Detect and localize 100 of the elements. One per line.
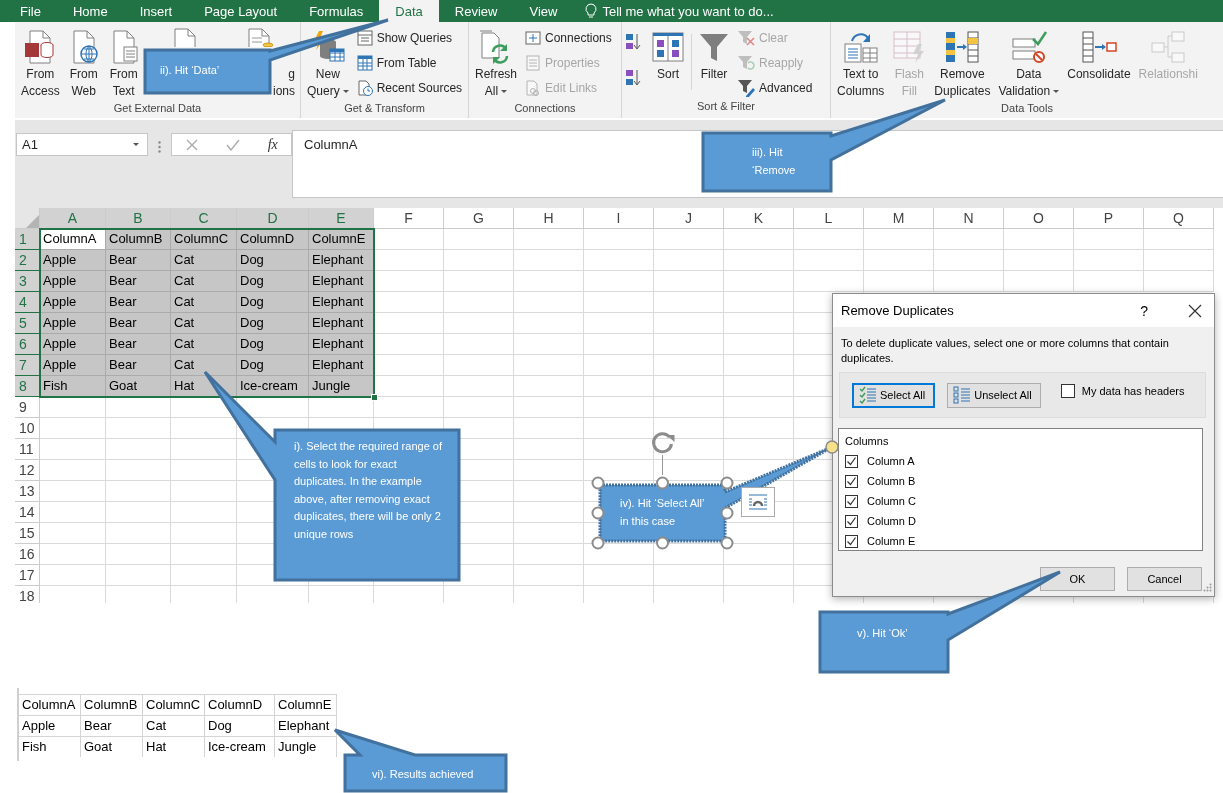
table-cell[interactable]	[171, 460, 237, 481]
table-cell[interactable]: Dog	[237, 355, 309, 376]
table-cell[interactable]	[724, 313, 794, 334]
checkbox[interactable]	[845, 514, 858, 528]
table-cell[interactable]	[40, 565, 106, 586]
resize-handle[interactable]	[656, 476, 669, 490]
table-cell[interactable]	[171, 565, 237, 586]
layout-options-button[interactable]	[741, 487, 775, 517]
table-cell[interactable]: Apple	[40, 313, 106, 334]
table-cell[interactable]	[654, 565, 724, 586]
table-cell[interactable]: Dog	[237, 292, 309, 313]
table-cell[interactable]	[514, 271, 584, 292]
table-cell[interactable]	[171, 544, 237, 565]
column-header[interactable]: A	[40, 208, 106, 229]
table-cell[interactable]	[106, 565, 171, 586]
table-cell[interactable]	[40, 397, 106, 418]
table-cell[interactable]	[654, 355, 724, 376]
table-cell[interactable]	[584, 250, 654, 271]
table-cell[interactable]	[584, 334, 654, 355]
table-cell[interactable]	[794, 229, 864, 250]
ribbon-button[interactable]: Recent Sources	[353, 76, 466, 99]
table-cell[interactable]	[1144, 271, 1214, 292]
row-header[interactable]: 9	[15, 397, 40, 418]
table-cell[interactable]	[514, 376, 584, 397]
table-cell[interactable]: Cat	[171, 355, 237, 376]
row-header[interactable]: 16	[15, 544, 40, 565]
tab[interactable]: Insert	[123, 0, 189, 22]
table-cell[interactable]	[444, 355, 514, 376]
table-cell[interactable]: Elephant	[309, 250, 374, 271]
table-cell[interactable]: Elephant	[309, 355, 374, 376]
table-cell[interactable]: Goat	[106, 376, 171, 397]
table-cell[interactable]	[1074, 271, 1144, 292]
row-header[interactable]: 2	[15, 250, 40, 271]
checkbox[interactable]	[845, 494, 858, 508]
tell-me-search[interactable]: Tell me what you want to do...	[585, 0, 774, 22]
ribbon-button[interactable]: Consolidate	[1064, 26, 1134, 85]
ribbon-button[interactable]: g ions	[273, 66, 295, 100]
row-header[interactable]: 14	[15, 502, 40, 523]
select-all-triangle-icon[interactable]	[25, 214, 39, 228]
table-cell[interactable]	[514, 502, 584, 523]
resize-handle[interactable]	[591, 536, 605, 550]
table-cell[interactable]	[584, 292, 654, 313]
row-header[interactable]: 7	[15, 355, 40, 376]
checkbox[interactable]	[1060, 384, 1075, 398]
column-header[interactable]: Q	[1144, 208, 1214, 229]
table-cell[interactable]: Cat	[171, 292, 237, 313]
table-cell[interactable]	[171, 502, 237, 523]
table-cell[interactable]	[444, 397, 514, 418]
table-cell[interactable]: Dog	[237, 313, 309, 334]
table-cell[interactable]	[584, 313, 654, 334]
table-cell[interactable]	[106, 481, 171, 502]
table-cell[interactable]	[106, 544, 171, 565]
table-cell[interactable]	[654, 376, 724, 397]
table-cell[interactable]	[444, 292, 514, 313]
table-cell[interactable]	[724, 292, 794, 313]
table-cell[interactable]	[514, 229, 584, 250]
table-cell[interactable]: Elephant	[309, 292, 374, 313]
row-header[interactable]: 8	[15, 376, 40, 397]
name-box[interactable]: A1	[16, 133, 148, 156]
table-cell[interactable]	[584, 397, 654, 418]
dialog-button[interactable]: OK	[1040, 567, 1115, 591]
help-button[interactable]: ?	[1140, 302, 1148, 319]
table-cell[interactable]: Cat	[171, 250, 237, 271]
sort-descending-icon[interactable]	[625, 68, 641, 88]
column-header[interactable]: M	[864, 208, 934, 229]
table-cell[interactable]	[444, 229, 514, 250]
table-cell[interactable]	[514, 544, 584, 565]
ribbon-button[interactable]: Refresh All	[472, 26, 521, 102]
table-cell[interactable]	[724, 397, 794, 418]
table-cell[interactable]	[106, 502, 171, 523]
table-cell[interactable]	[724, 439, 794, 460]
table-cell[interactable]	[374, 355, 444, 376]
tab[interactable]: View	[513, 0, 574, 22]
table-cell[interactable]: Elephant	[309, 313, 374, 334]
table-cell[interactable]	[514, 355, 584, 376]
table-cell[interactable]	[724, 355, 794, 376]
table-cell[interactable]	[40, 544, 106, 565]
table-cell[interactable]	[374, 250, 444, 271]
column-header[interactable]: J	[654, 208, 724, 229]
table-cell[interactable]	[724, 334, 794, 355]
ribbon-button[interactable]: From Table	[353, 51, 466, 74]
row-header[interactable]: 5	[15, 313, 40, 334]
table-cell[interactable]	[584, 271, 654, 292]
table-cell[interactable]	[171, 481, 237, 502]
table-cell[interactable]	[106, 523, 171, 544]
column-header[interactable]: O	[1004, 208, 1074, 229]
table-cell[interactable]	[171, 523, 237, 544]
tab[interactable]: Formulas	[293, 0, 380, 22]
table-cell[interactable]: ColumnC	[171, 229, 237, 250]
table-cell[interactable]	[724, 250, 794, 271]
table-cell[interactable]	[584, 355, 654, 376]
table-cell[interactable]	[1074, 229, 1144, 250]
table-cell[interactable]	[40, 481, 106, 502]
ribbon-button[interactable]: Text to Columns	[834, 26, 888, 102]
ribbon-button[interactable]: Advanced	[734, 76, 816, 99]
column-header[interactable]: L	[794, 208, 864, 229]
table-cell[interactable]	[654, 229, 724, 250]
table-cell[interactable]	[584, 418, 654, 439]
table-cell[interactable]	[654, 271, 724, 292]
table-cell[interactable]	[514, 418, 584, 439]
